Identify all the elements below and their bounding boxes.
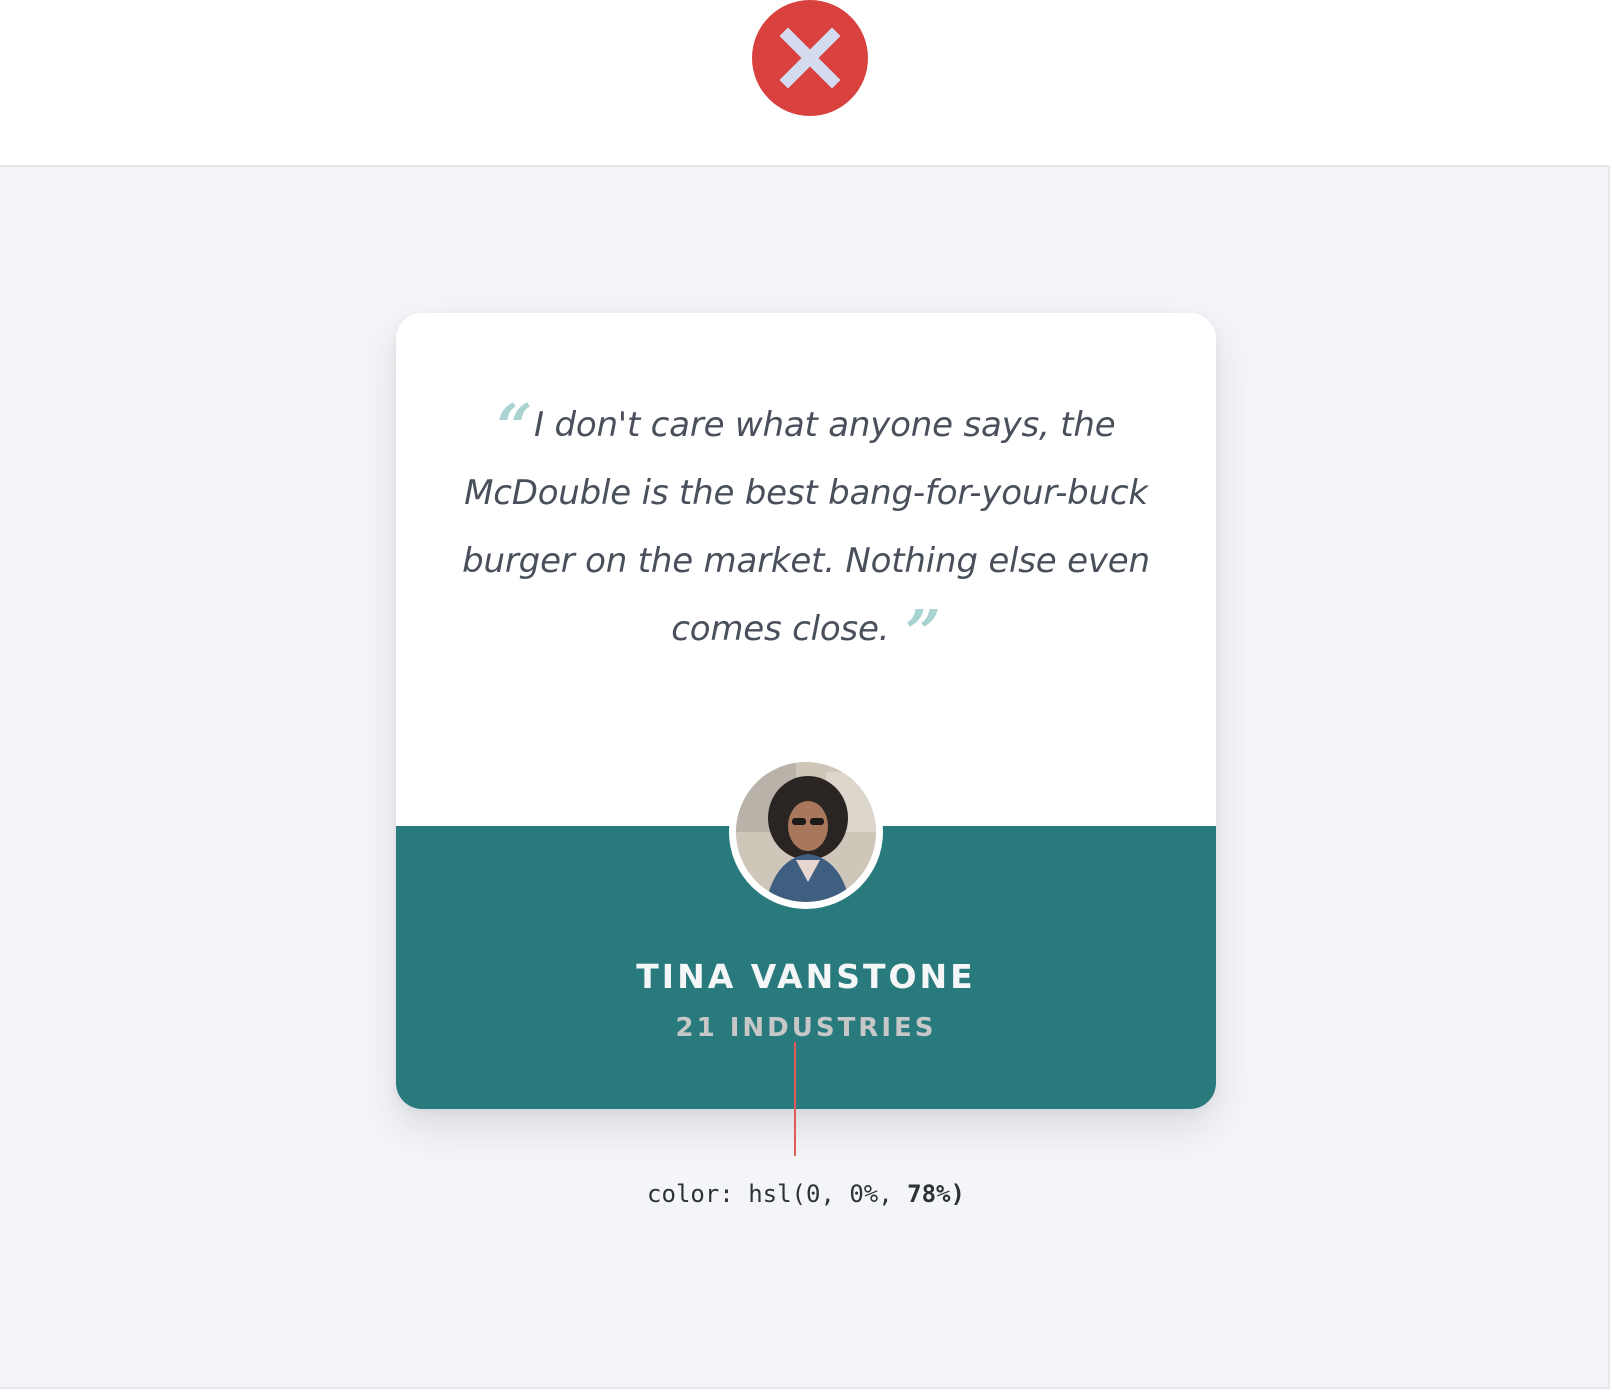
close-quote-icon: ” xyxy=(905,596,941,669)
author-name: TINA VANSTONE xyxy=(636,957,976,996)
header-area xyxy=(0,0,1612,165)
avatar-photo xyxy=(736,762,876,902)
annotation-value: 78%) xyxy=(907,1180,965,1208)
error-badge xyxy=(752,0,868,116)
annotation-pointer xyxy=(794,1042,796,1156)
quote-text: I don't care what anyone says, the McDou… xyxy=(462,405,1150,649)
close-icon xyxy=(752,0,868,116)
annotation-prefix: color: hsl(0, 0%, xyxy=(647,1180,908,1208)
color-annotation: color: hsl(0, 0%, 78%) xyxy=(0,1180,1612,1208)
author-company: 21 INDUSTRIES xyxy=(675,1013,937,1043)
testimonial-quote: “I don't care what anyone says, the McDo… xyxy=(456,390,1156,664)
open-quote-icon: “ xyxy=(496,390,533,463)
testimonial-card: “I don't care what anyone says, the McDo… xyxy=(396,313,1216,1109)
avatar xyxy=(729,755,883,909)
